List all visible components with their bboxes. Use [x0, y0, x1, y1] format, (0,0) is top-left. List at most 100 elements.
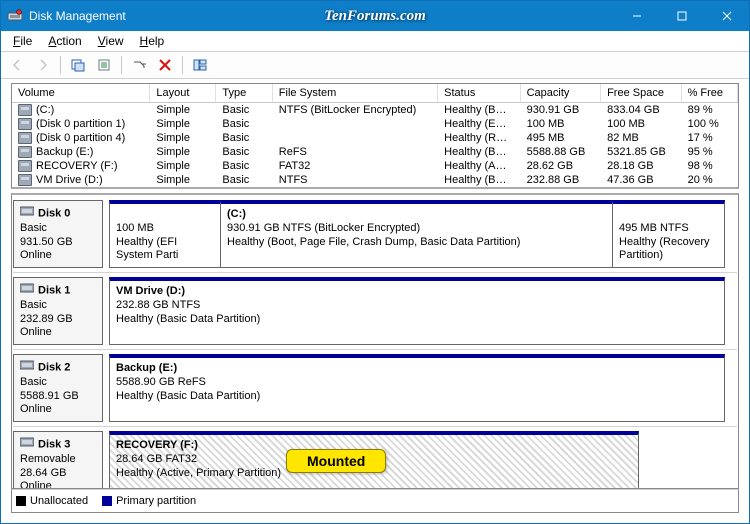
col-pctfree[interactable]: % Free: [682, 84, 738, 102]
partition[interactable]: 495 MB NTFSHealthy (Recovery Partition): [613, 200, 725, 268]
volume-icon: [18, 146, 32, 158]
disk-name: Disk 3: [38, 438, 70, 450]
disk-graphical-view[interactable]: Disk 0Basic931.50 GBOnline 100 MBHealthy…: [11, 193, 739, 489]
disk-management-window: Disk Management TenForums.com File Actio…: [0, 0, 750, 524]
volume-icon: [18, 104, 32, 116]
volume-capacity: 930.91 GB: [521, 103, 602, 117]
disk-row: Disk 2Basic5588.91 GBOnlineBackup (E:)55…: [13, 350, 737, 427]
volume-capacity: 28.62 GB: [521, 159, 602, 173]
disk-label[interactable]: Disk 0Basic931.50 GBOnline: [13, 200, 103, 268]
disk-label[interactable]: Disk 1 Basic232.89 GBOnline: [13, 277, 103, 345]
partition[interactable]: 100 MBHealthy (EFI System Parti: [109, 200, 221, 268]
back-button[interactable]: [5, 53, 29, 77]
disk-state: Online: [20, 326, 96, 340]
partition-line1: 495 MB NTFS: [619, 222, 718, 236]
volume-row[interactable]: (Disk 0 partition 4)SimpleBasicHealthy (…: [12, 131, 738, 145]
volume-layout: Simple: [150, 159, 216, 173]
menu-view[interactable]: View: [90, 34, 132, 48]
watermark: TenForums.com: [324, 8, 426, 25]
volume-row[interactable]: VM Drive (D:)SimpleBasicNTFSHealthy (B…2…: [12, 173, 738, 187]
volume-fs: [273, 117, 438, 131]
volume-row[interactable]: (Disk 0 partition 1)SimpleBasicHealthy (…: [12, 117, 738, 131]
disk-name: Disk 0: [38, 207, 70, 219]
disk-icon: [20, 359, 34, 376]
partition[interactable]: Backup (E:)5588.90 GB ReFSHealthy (Basic…: [109, 354, 725, 422]
disk-size: 232.89 GB: [20, 313, 96, 327]
volume-status: Healthy (A…: [438, 159, 520, 173]
legend: Unallocated Primary partition: [11, 489, 739, 513]
disk-kind: Basic: [20, 299, 96, 313]
volume-name: (C:): [12, 103, 150, 117]
volume-free: 5321.85 GB: [601, 145, 682, 159]
volume-free: 28.18 GB: [601, 159, 682, 173]
volume-icon: [18, 174, 32, 186]
col-volume[interactable]: Volume: [12, 84, 150, 102]
legend-primary: Primary partition: [102, 495, 196, 507]
menu-action[interactable]: Action: [40, 34, 89, 48]
close-button[interactable]: [704, 1, 749, 31]
properties-button[interactable]: [92, 53, 116, 77]
volume-icon: [18, 118, 32, 130]
volume-row[interactable]: Backup (E:)SimpleBasicReFSHealthy (B…558…: [12, 145, 738, 159]
disk-size: 931.50 GB: [20, 236, 96, 250]
forward-button[interactable]: [31, 53, 55, 77]
delete-button[interactable]: [153, 53, 177, 77]
disk-row: Disk 1 Basic232.89 GBOnline VM Drive (D:)2…: [13, 273, 737, 350]
partition-line1: 100 MB: [116, 222, 214, 236]
volume-row[interactable]: (C:)SimpleBasicNTFS (BitLocker Encrypted…: [12, 103, 738, 117]
volume-pct: 20 %: [682, 173, 738, 187]
volume-type: Basic: [216, 131, 272, 145]
partition-line2: Healthy (EFI System Parti: [116, 236, 214, 264]
toolbar: [1, 52, 749, 79]
volume-layout: Simple: [150, 173, 216, 187]
partition-line2: Healthy (Boot, Page File, Crash Dump, Ba…: [227, 236, 606, 250]
volume-status: Healthy (B…: [438, 103, 520, 117]
volume-pct: 89 %: [682, 103, 738, 117]
volume-free: 47.36 GB: [601, 173, 682, 187]
refresh-button[interactable]: [66, 53, 90, 77]
disk-size: 5588.91 GB: [20, 390, 96, 404]
maximize-button[interactable]: [659, 1, 704, 31]
volume-pct: 95 %: [682, 145, 738, 159]
volume-free: 833.04 GB: [601, 103, 682, 117]
volume-pct: 17 %: [682, 131, 738, 145]
partition[interactable]: (C:)930.91 GB NTFS (BitLocker Encrypted)…: [221, 200, 613, 268]
callout-mounted: Mounted: [286, 449, 386, 473]
layout-button[interactable]: [188, 53, 212, 77]
volume-icon: [18, 132, 32, 144]
volume-layout: Simple: [150, 117, 216, 131]
partition-line1: 5588.90 GB ReFS: [116, 376, 718, 390]
volume-type: Basic: [216, 117, 272, 131]
volume-type: Basic: [216, 159, 272, 173]
partition[interactable]: VM Drive (D:)232.88 GB NTFSHealthy (Basi…: [109, 277, 725, 345]
col-layout[interactable]: Layout: [150, 84, 216, 102]
volume-capacity: 100 MB: [521, 117, 602, 131]
separator-icon: [121, 56, 122, 74]
col-status[interactable]: Status: [438, 84, 520, 102]
volume-list[interactable]: Volume Layout Type File System Status Ca…: [11, 83, 739, 189]
disk-name: Disk 1: [38, 284, 70, 296]
col-filesystem[interactable]: File System: [273, 84, 438, 102]
disk-label[interactable]: Disk 3Removable28.64 GBOnline: [13, 431, 103, 489]
disk-name: Disk 2: [38, 361, 70, 373]
volume-status: Healthy (R…: [438, 131, 520, 145]
volume-type: Basic: [216, 103, 272, 117]
partition-line2: Healthy (Basic Data Partition): [116, 313, 718, 327]
menu-file[interactable]: File: [5, 34, 40, 48]
settings-button[interactable]: [127, 53, 151, 77]
volume-fs: NTFS: [273, 173, 438, 187]
col-type[interactable]: Type: [216, 84, 272, 102]
volume-type: Basic: [216, 173, 272, 187]
disk-label[interactable]: Disk 2Basic5588.91 GBOnline: [13, 354, 103, 422]
legend-unallocated: Unallocated: [16, 495, 88, 507]
volume-row[interactable]: RECOVERY (F:)SimpleBasicFAT32Healthy (A……: [12, 159, 738, 173]
volume-name: VM Drive (D:): [12, 173, 150, 187]
partition-line1: 930.91 GB NTFS (BitLocker Encrypted): [227, 222, 606, 236]
col-freespace[interactable]: Free Space: [601, 84, 682, 102]
menu-help[interactable]: Help: [132, 34, 173, 48]
volume-list-header: Volume Layout Type File System Status Ca…: [12, 84, 738, 103]
disk-partitions: RECOVERY (F:)28.64 GB FAT32Healthy (Acti…: [109, 431, 731, 489]
disk-row: Disk 0Basic931.50 GBOnline 100 MBHealthy…: [13, 196, 737, 273]
minimize-button[interactable]: [614, 1, 659, 31]
col-capacity[interactable]: Capacity: [521, 84, 602, 102]
